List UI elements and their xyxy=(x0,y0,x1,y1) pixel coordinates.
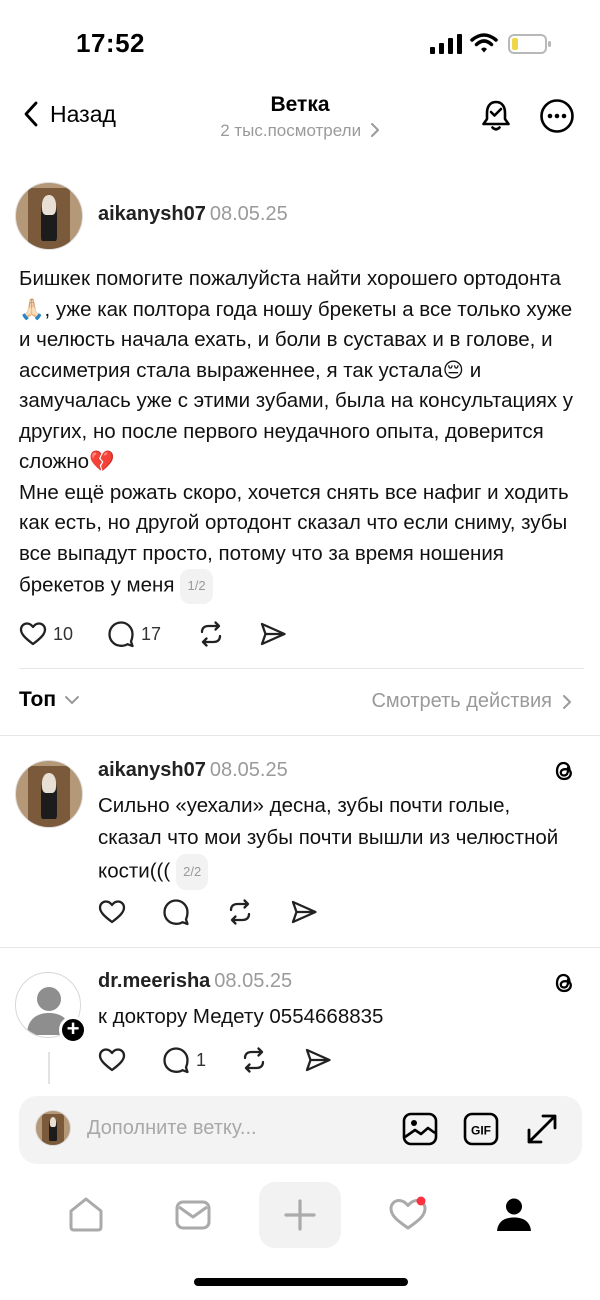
like-count: 10 xyxy=(53,623,74,644)
heart-icon xyxy=(98,900,126,924)
profile-icon[interactable] xyxy=(494,1194,534,1234)
divider xyxy=(0,947,600,948)
like-button[interactable] xyxy=(98,1046,162,1074)
comment-button[interactable]: 17 xyxy=(107,620,197,648)
avatar[interactable] xyxy=(15,760,83,828)
repost-icon xyxy=(229,899,251,925)
status-time: 17:52 xyxy=(76,28,145,58)
like-button[interactable] xyxy=(98,898,162,926)
comment-icon xyxy=(163,899,189,926)
reply-actions: 1 xyxy=(98,1046,332,1074)
signal-icon xyxy=(430,34,462,54)
more-icon[interactable] xyxy=(539,98,575,134)
new-thread-button[interactable] xyxy=(259,1182,341,1248)
post-body: Бишкек помогите пожалуйста найти хорошег… xyxy=(19,264,584,604)
view-activity-label: Смотреть действия xyxy=(371,690,552,712)
comment-button[interactable]: 1 xyxy=(162,1046,240,1074)
svg-text:GIF: GIF xyxy=(471,1124,491,1138)
plus-icon xyxy=(284,1199,316,1231)
battery-icon xyxy=(508,34,551,54)
repost-button[interactable] xyxy=(226,898,290,926)
reply-actions xyxy=(98,898,318,926)
divider xyxy=(19,668,584,669)
divider xyxy=(0,735,600,736)
username: dr.meerisha xyxy=(98,970,211,992)
post-paragraph-text: Мне ещё рожать скоро, хочется снять все … xyxy=(19,480,569,597)
home-indicator xyxy=(194,1278,408,1286)
heart-icon xyxy=(98,1048,126,1072)
comment-count: 1 xyxy=(196,1049,207,1070)
like-button[interactable]: 10 xyxy=(19,620,107,648)
threads-icon[interactable] xyxy=(551,758,577,784)
compose-input[interactable]: Дополните ветку... xyxy=(87,1117,257,1140)
reply-text: к доктору Медету 0554668835 xyxy=(98,1005,384,1028)
reply-body: Сильно «уехали» десна, зубы почти голые,… xyxy=(98,790,568,890)
wifi-icon xyxy=(470,33,498,53)
post-paragraph-2: Мне ещё рожать скоро, хочется снять все … xyxy=(19,478,584,604)
reply-date: 08.05.25 xyxy=(214,970,293,992)
compose-bar[interactable]: Дополните ветку... GIF xyxy=(19,1096,582,1164)
bell-icon[interactable] xyxy=(478,98,514,134)
sort-label: Топ xyxy=(19,688,57,711)
view-activity-link[interactable]: Смотреть действия xyxy=(371,690,572,713)
home-icon[interactable] xyxy=(66,1194,106,1234)
comment-icon xyxy=(163,1047,189,1074)
repost-icon xyxy=(200,621,222,647)
sort-dropdown[interactable]: Топ xyxy=(19,688,80,712)
share-button[interactable] xyxy=(304,1046,332,1074)
header: Назад Ветка 2 тыс.посмотрели xyxy=(0,90,600,150)
share-icon xyxy=(291,900,317,924)
messages-icon[interactable] xyxy=(173,1194,213,1234)
post-date: 08.05.25 xyxy=(209,203,288,225)
chevron-down-icon xyxy=(65,696,80,704)
tab-bar xyxy=(0,1180,600,1252)
threads-icon[interactable] xyxy=(551,970,577,996)
image-icon[interactable] xyxy=(401,1110,439,1148)
chevron-right-icon xyxy=(563,694,571,709)
expand-icon[interactable] xyxy=(523,1110,561,1148)
sort-bar: Топ Смотреть действия xyxy=(19,688,584,718)
follow-button[interactable]: + xyxy=(59,1016,87,1044)
share-button[interactable] xyxy=(259,620,287,648)
username: aikanysh07 xyxy=(98,759,206,781)
post-paragraph: Бишкек помогите пожалуйста найти хорошег… xyxy=(19,267,574,473)
reply-author[interactable]: dr.meerisha 08.05.25 xyxy=(98,970,292,993)
reply-date: 08.05.25 xyxy=(209,759,288,781)
page-indicator: 1/2 xyxy=(180,569,213,604)
comment-button[interactable] xyxy=(162,898,226,926)
comment-count: 17 xyxy=(141,623,162,644)
share-icon xyxy=(260,622,286,646)
activity-icon[interactable] xyxy=(388,1194,428,1234)
chevron-right-icon xyxy=(370,123,379,137)
status-bar: 17:52 xyxy=(0,0,600,90)
avatar[interactable] xyxy=(15,182,83,250)
post-actions: 10 17 xyxy=(19,620,287,648)
repost-icon xyxy=(243,1047,265,1073)
heart-icon xyxy=(19,622,47,646)
username: aikanysh07 xyxy=(98,203,206,225)
repost-button[interactable] xyxy=(197,620,259,648)
avatar xyxy=(35,1110,71,1146)
gif-icon[interactable]: GIF xyxy=(462,1110,500,1148)
repost-button[interactable] xyxy=(240,1046,304,1074)
share-button[interactable] xyxy=(290,898,318,926)
reply-body: к доктору Медету 0554668835 xyxy=(98,1001,568,1033)
share-icon xyxy=(305,1048,331,1072)
reply-author[interactable]: aikanysh07 08.05.25 xyxy=(98,759,288,782)
views-count: 2 тыс.посмотрели xyxy=(220,121,362,140)
post-author[interactable]: aikanysh07 08.05.25 xyxy=(98,203,288,226)
thread-line xyxy=(48,1052,50,1084)
comment-icon xyxy=(108,621,134,648)
reply-text: Сильно «уехали» десна, зубы почти голые,… xyxy=(98,794,559,883)
page-indicator: 2/2 xyxy=(176,854,209,890)
